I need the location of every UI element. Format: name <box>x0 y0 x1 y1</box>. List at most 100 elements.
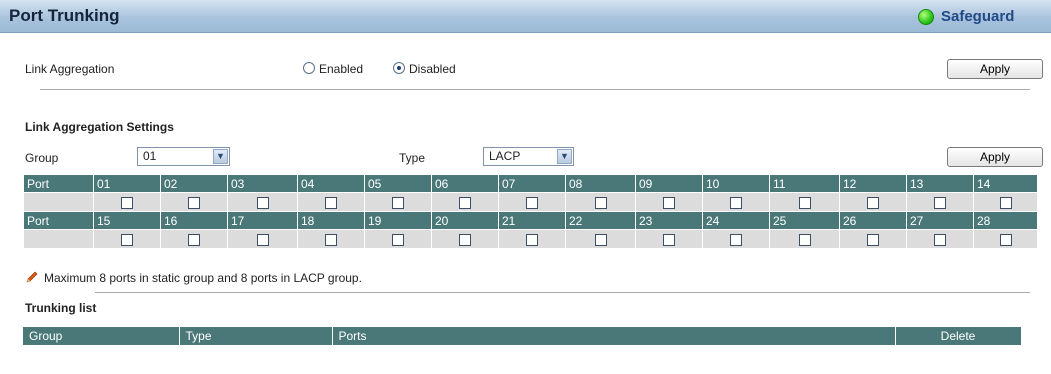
port-checkbox-cell <box>227 229 298 249</box>
port-number: 12 <box>839 174 907 193</box>
empty-cell <box>23 229 94 249</box>
port-checkbox-cell <box>769 229 840 249</box>
port-checkbox[interactable] <box>594 233 607 246</box>
port-checkbox[interactable] <box>867 196 879 209</box>
port-number: 20 <box>431 211 499 230</box>
port-checkbox[interactable] <box>325 196 337 209</box>
port-number: 21 <box>498 211 566 230</box>
type-select[interactable]: LACP ▼ <box>483 147 574 166</box>
port-checkbox-cell <box>635 192 703 212</box>
port-checkbox[interactable] <box>459 233 471 246</box>
pencil-icon <box>26 271 38 283</box>
port-checkbox[interactable] <box>459 196 471 209</box>
port-checkbox-cell <box>906 229 974 249</box>
enabled-label: Enabled <box>319 62 364 76</box>
port-checkbox[interactable] <box>121 196 133 209</box>
title-bar: Port Trunking Safeguard <box>0 0 1051 33</box>
port-checkbox-cell <box>498 192 566 212</box>
port-checkbox[interactable] <box>325 233 337 246</box>
port-checkbox-cell <box>565 192 636 212</box>
port-checkbox-cell <box>702 192 770 212</box>
empty-cell <box>23 192 94 212</box>
port-number: 02 <box>160 174 228 193</box>
column-header-ports: Ports <box>332 327 896 345</box>
port-number: 24 <box>702 211 770 230</box>
port-checkbox-cell <box>297 192 365 212</box>
divider <box>40 89 1030 90</box>
port-number: 09 <box>635 174 703 193</box>
port-checkbox[interactable] <box>392 196 404 209</box>
ports-table: Port 01 02 03 04 05 06 07 08 09 10 11 12 13 14 Port 15 16… <box>23 174 1038 249</box>
settings-heading: Link Aggregation Settings <box>25 120 174 134</box>
settings-apply-button[interactable]: Apply <box>947 147 1043 167</box>
port-checkbox[interactable] <box>730 233 742 246</box>
port-checkbox[interactable] <box>934 196 946 209</box>
port-checkbox-cell <box>498 229 566 249</box>
port-number: 14 <box>973 174 1038 193</box>
port-row-label: Port <box>23 174 94 193</box>
port-row-label: Port <box>23 211 94 230</box>
port-number: 03 <box>227 174 298 193</box>
port-checkbox[interactable] <box>526 233 538 246</box>
port-checkbox[interactable] <box>392 233 404 246</box>
group-label: Group <box>25 151 59 165</box>
port-checkbox[interactable] <box>188 233 200 246</box>
port-checkbox-cell <box>635 229 703 249</box>
port-checkbox-cell <box>93 229 161 249</box>
port-checkbox[interactable] <box>526 196 538 209</box>
enabled-radio[interactable] <box>303 62 315 74</box>
type-label: Type <box>399 151 426 165</box>
column-header-type: Type <box>179 327 333 345</box>
port-checkbox-cell <box>364 229 432 249</box>
column-header-group: Group <box>23 327 180 345</box>
trunking-list-table: Group Type Ports Delete <box>23 327 1022 345</box>
port-checkbox[interactable] <box>730 196 742 209</box>
port-checkbox[interactable] <box>121 233 133 246</box>
port-checkbox[interactable] <box>256 196 269 209</box>
port-checkbox[interactable] <box>999 196 1012 209</box>
port-checkbox[interactable] <box>188 196 200 209</box>
port-number: 04 <box>297 174 365 193</box>
port-number: 10 <box>702 174 770 193</box>
port-number: 11 <box>769 174 840 193</box>
port-number: 19 <box>364 211 432 230</box>
port-number: 05 <box>364 174 432 193</box>
link-aggregation-apply-button[interactable]: Apply <box>947 59 1043 79</box>
port-checkbox-cell <box>364 192 432 212</box>
port-checkbox[interactable] <box>663 196 675 209</box>
ports-checkbox-row <box>23 192 1038 212</box>
port-checkbox[interactable] <box>594 196 607 209</box>
port-number: 01 <box>93 174 161 193</box>
port-checkbox-cell <box>93 192 161 212</box>
port-checkbox[interactable] <box>663 233 675 246</box>
type-select-value: LACP <box>489 149 521 163</box>
port-number: 28 <box>973 211 1038 230</box>
port-checkbox[interactable] <box>798 196 811 209</box>
chevron-down-icon: ▼ <box>213 149 228 164</box>
disabled-radio[interactable] <box>393 62 405 74</box>
port-number: 23 <box>635 211 703 230</box>
port-checkbox-cell <box>297 229 365 249</box>
port-checkbox-cell <box>839 229 907 249</box>
page-title: Port Trunking <box>9 6 120 25</box>
divider <box>95 292 1030 293</box>
port-checkbox-cell <box>431 229 499 249</box>
ports-header-row: Port 01 02 03 04 05 06 07 08 09 10 11 12 13 14 <box>23 174 1038 193</box>
port-number: 06 <box>431 174 499 193</box>
port-number: 13 <box>906 174 974 193</box>
disabled-label: Disabled <box>409 62 456 76</box>
group-select[interactable]: 01 ▼ <box>137 147 230 166</box>
port-checkbox[interactable] <box>867 233 879 246</box>
port-checkbox[interactable] <box>798 233 811 246</box>
port-number: 16 <box>160 211 228 230</box>
trunking-list-heading: Trunking list <box>25 301 97 315</box>
port-checkbox[interactable] <box>999 233 1012 246</box>
port-number: 26 <box>839 211 907 230</box>
port-checkbox-cell <box>160 229 228 249</box>
port-checkbox-cell <box>769 192 840 212</box>
ports-checkbox-row <box>23 229 1038 249</box>
port-checkbox-cell <box>565 229 636 249</box>
port-checkbox[interactable] <box>934 233 946 246</box>
port-checkbox[interactable] <box>256 233 269 246</box>
safeguard-label: Safeguard <box>941 8 1015 25</box>
